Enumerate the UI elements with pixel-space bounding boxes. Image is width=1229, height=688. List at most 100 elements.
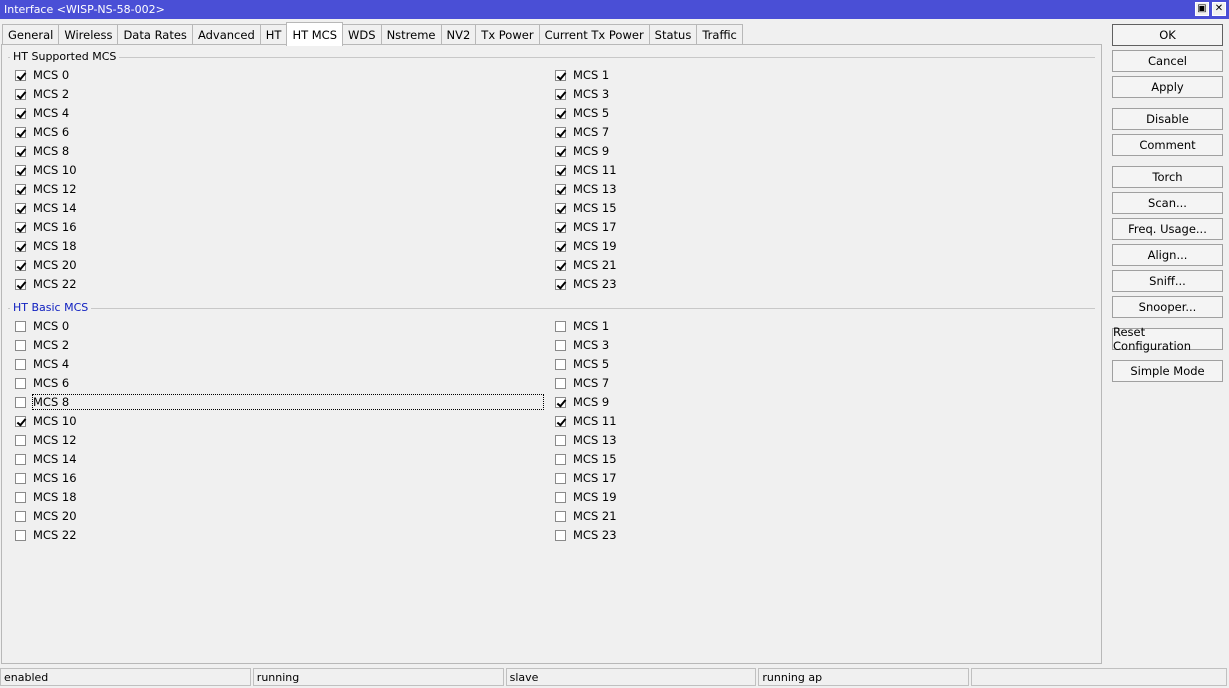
checked-checkbox-icon[interactable]: [15, 259, 26, 271]
unchecked-checkbox-icon[interactable]: [15, 529, 26, 541]
supported-mcs-row[interactable]: MCS 20: [15, 257, 77, 273]
checked-checkbox-icon[interactable]: [15, 240, 26, 252]
checked-checkbox-icon[interactable]: [555, 278, 566, 290]
snooper-button[interactable]: Snooper...: [1112, 296, 1223, 318]
reset-configuration-button[interactable]: Reset Configuration: [1112, 325, 1223, 353]
basic-mcs-row[interactable]: MCS 17: [555, 470, 617, 486]
supported-mcs-row[interactable]: MCS 5: [555, 105, 609, 121]
tab-advanced[interactable]: Advanced: [191, 24, 261, 45]
checked-checkbox-icon[interactable]: [15, 202, 26, 214]
supported-mcs-row[interactable]: MCS 11: [555, 162, 617, 178]
tab-tx-power[interactable]: Tx Power: [475, 24, 540, 45]
checked-checkbox-icon[interactable]: [15, 126, 26, 138]
close-window-icon[interactable]: ✕: [1212, 2, 1226, 16]
checked-checkbox-icon[interactable]: [555, 396, 566, 408]
basic-mcs-row[interactable]: MCS 6: [15, 375, 69, 391]
unchecked-checkbox-icon[interactable]: [555, 339, 566, 351]
checked-checkbox-icon[interactable]: [555, 164, 566, 176]
basic-mcs-row[interactable]: MCS 16: [15, 470, 77, 486]
unchecked-checkbox-icon[interactable]: [555, 453, 566, 465]
basic-mcs-row[interactable]: MCS 9: [555, 394, 609, 410]
tab-nv2[interactable]: NV2: [440, 24, 477, 45]
supported-mcs-row[interactable]: MCS 3: [555, 86, 609, 102]
basic-mcs-row[interactable]: MCS 2: [15, 337, 69, 353]
basic-mcs-row[interactable]: MCS 20: [15, 508, 77, 524]
basic-mcs-row[interactable]: MCS 14: [15, 451, 77, 467]
basic-mcs-row[interactable]: MCS 5: [555, 356, 609, 372]
basic-mcs-row[interactable]: MCS 21: [555, 508, 617, 524]
scan-button[interactable]: Scan...: [1112, 192, 1223, 214]
checked-checkbox-icon[interactable]: [555, 145, 566, 157]
supported-mcs-row[interactable]: MCS 21: [555, 257, 617, 273]
supported-mcs-row[interactable]: MCS 8: [15, 143, 69, 159]
comment-button[interactable]: Comment: [1112, 134, 1223, 156]
unchecked-checkbox-icon[interactable]: [555, 320, 566, 332]
tab-wds[interactable]: WDS: [342, 24, 382, 45]
tab-status[interactable]: Status: [648, 24, 698, 45]
tab-ht-mcs[interactable]: HT MCS: [286, 22, 344, 46]
supported-mcs-row[interactable]: MCS 14: [15, 200, 77, 216]
basic-mcs-row[interactable]: MCS 8: [15, 394, 545, 410]
supported-mcs-row[interactable]: MCS 6: [15, 124, 69, 140]
supported-mcs-row[interactable]: MCS 19: [555, 238, 617, 254]
tab-nstreme[interactable]: Nstreme: [380, 24, 442, 45]
supported-mcs-row[interactable]: MCS 9: [555, 143, 609, 159]
checked-checkbox-icon[interactable]: [15, 415, 26, 427]
supported-mcs-row[interactable]: MCS 2: [15, 86, 69, 102]
unchecked-checkbox-icon[interactable]: [15, 453, 26, 465]
checked-checkbox-icon[interactable]: [15, 221, 26, 233]
supported-mcs-row[interactable]: MCS 0: [15, 67, 69, 83]
freq-usage-button[interactable]: Freq. Usage...: [1112, 218, 1223, 240]
checked-checkbox-icon[interactable]: [555, 88, 566, 100]
supported-mcs-row[interactable]: MCS 22: [15, 276, 77, 292]
checked-checkbox-icon[interactable]: [555, 259, 566, 271]
basic-mcs-row[interactable]: MCS 1: [555, 318, 609, 334]
basic-mcs-row[interactable]: MCS 15: [555, 451, 617, 467]
unchecked-checkbox-icon[interactable]: [15, 339, 26, 351]
cancel-button[interactable]: Cancel: [1112, 50, 1223, 72]
checked-checkbox-icon[interactable]: [15, 183, 26, 195]
supported-mcs-row[interactable]: MCS 23: [555, 276, 617, 292]
checked-checkbox-icon[interactable]: [555, 221, 566, 233]
disable-button[interactable]: Disable: [1112, 108, 1223, 130]
unchecked-checkbox-icon[interactable]: [555, 434, 566, 446]
checked-checkbox-icon[interactable]: [15, 69, 26, 81]
basic-mcs-row[interactable]: MCS 3: [555, 337, 609, 353]
checked-checkbox-icon[interactable]: [555, 240, 566, 252]
basic-mcs-row[interactable]: MCS 22: [15, 527, 77, 543]
supported-mcs-row[interactable]: MCS 10: [15, 162, 77, 178]
unchecked-checkbox-icon[interactable]: [555, 377, 566, 389]
basic-mcs-row[interactable]: MCS 12: [15, 432, 77, 448]
checked-checkbox-icon[interactable]: [15, 164, 26, 176]
unchecked-checkbox-icon[interactable]: [15, 491, 26, 503]
basic-mcs-row[interactable]: MCS 7: [555, 375, 609, 391]
checked-checkbox-icon[interactable]: [15, 107, 26, 119]
basic-mcs-row[interactable]: MCS 13: [555, 432, 617, 448]
tab-traffic[interactable]: Traffic: [696, 24, 743, 45]
align-button[interactable]: Align...: [1112, 244, 1223, 266]
unchecked-checkbox-icon[interactable]: [15, 396, 26, 408]
basic-mcs-row[interactable]: MCS 23: [555, 527, 617, 543]
supported-mcs-row[interactable]: MCS 16: [15, 219, 77, 235]
apply-button[interactable]: Apply: [1112, 76, 1223, 98]
basic-mcs-row[interactable]: MCS 0: [15, 318, 69, 334]
tab-general[interactable]: General: [2, 24, 60, 45]
checked-checkbox-icon[interactable]: [555, 202, 566, 214]
simple-mode-button[interactable]: Simple Mode: [1112, 360, 1223, 382]
checked-checkbox-icon[interactable]: [15, 88, 26, 100]
basic-mcs-row[interactable]: MCS 11: [555, 413, 617, 429]
tab-current-tx-power[interactable]: Current Tx Power: [538, 24, 650, 45]
restore-window-icon[interactable]: ▣: [1195, 2, 1209, 16]
checked-checkbox-icon[interactable]: [555, 183, 566, 195]
torch-button[interactable]: Torch: [1112, 166, 1223, 188]
supported-mcs-row[interactable]: MCS 15: [555, 200, 617, 216]
unchecked-checkbox-icon[interactable]: [15, 472, 26, 484]
unchecked-checkbox-icon[interactable]: [15, 434, 26, 446]
unchecked-checkbox-icon[interactable]: [555, 491, 566, 503]
checked-checkbox-icon[interactable]: [555, 107, 566, 119]
supported-mcs-row[interactable]: MCS 4: [15, 105, 69, 121]
checked-checkbox-icon[interactable]: [15, 278, 26, 290]
sniff-button[interactable]: Sniff...: [1112, 270, 1223, 292]
unchecked-checkbox-icon[interactable]: [15, 377, 26, 389]
checked-checkbox-icon[interactable]: [555, 69, 566, 81]
